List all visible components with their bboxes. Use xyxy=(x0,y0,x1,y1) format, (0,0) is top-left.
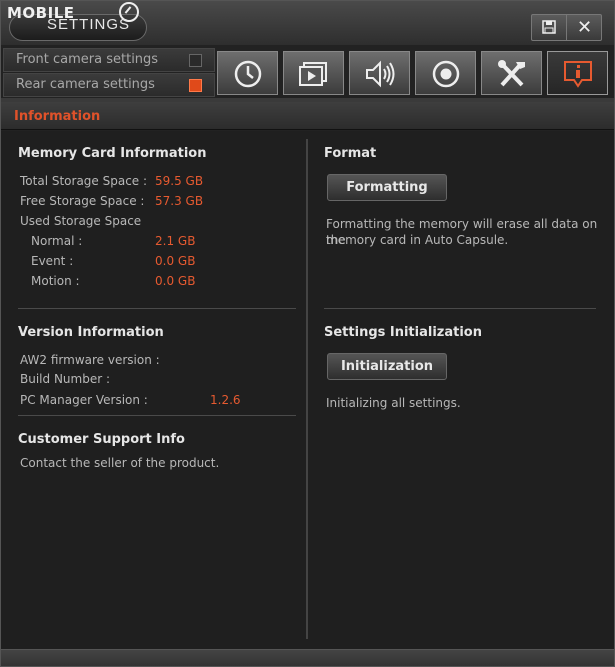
status-bar xyxy=(1,649,614,666)
support-info-text: Contact the seller of the product. xyxy=(20,456,220,470)
version-info-title: Version Information xyxy=(18,325,164,340)
memory-divider xyxy=(18,308,296,309)
tab-sound[interactable] xyxy=(349,51,410,95)
normal-storage-label: Normal : xyxy=(31,234,83,248)
section-title: Information xyxy=(14,109,101,124)
clock-icon xyxy=(234,60,262,88)
logo-subtitle: SETTINGS xyxy=(47,16,131,33)
total-storage-label: Total Storage Space : xyxy=(20,174,148,188)
info-content: Memory Card Information Total Storage Sp… xyxy=(1,131,614,649)
tab-information[interactable] xyxy=(547,51,608,95)
tab-time[interactable] xyxy=(217,51,278,95)
window-controls: ✕ xyxy=(531,14,602,41)
initialization-button[interactable]: Initialization xyxy=(327,353,447,380)
app-logo: MOBILE SETTINGS xyxy=(7,2,147,41)
total-storage-value: 59.5 GB xyxy=(155,174,204,188)
save-button[interactable] xyxy=(532,15,567,40)
close-button[interactable]: ✕ xyxy=(567,15,602,40)
speaker-icon xyxy=(366,60,395,88)
close-icon: ✕ xyxy=(576,17,593,38)
column-divider xyxy=(306,139,308,639)
video-icon xyxy=(299,62,327,86)
front-camera-checkbox[interactable] xyxy=(189,54,202,67)
save-icon xyxy=(542,20,556,34)
motion-storage-value: 0.0 GB xyxy=(155,274,196,288)
format-divider xyxy=(324,308,596,309)
settings-window: MOBILE SETTINGS ✕ Front camera settings … xyxy=(0,0,615,667)
formatting-button[interactable]: Formatting xyxy=(327,174,447,201)
rear-camera-label: Rear camera settings xyxy=(16,77,155,92)
rear-camera-checkbox[interactable] xyxy=(189,79,202,92)
settings-tabs xyxy=(217,51,613,97)
tools-icon xyxy=(498,60,525,87)
event-storage-label: Event : xyxy=(31,254,74,268)
version-divider xyxy=(18,415,296,416)
info-icon xyxy=(564,61,592,88)
title-bar: MOBILE SETTINGS ✕ xyxy=(1,1,614,45)
used-storage-label: Used Storage Space xyxy=(20,214,142,228)
free-storage-label: Free Storage Space : xyxy=(20,194,145,208)
memory-card-title: Memory Card Information xyxy=(18,146,207,161)
section-header: Information xyxy=(1,102,614,130)
record-icon xyxy=(432,60,460,88)
pc-manager-version-label: PC Manager Version : xyxy=(20,393,148,407)
settings-init-title: Settings Initialization xyxy=(324,325,482,340)
tab-video[interactable] xyxy=(283,51,344,95)
format-description-line2: memory card in Auto Capsule. xyxy=(326,233,509,247)
motion-storage-label: Motion : xyxy=(31,274,80,288)
tab-record[interactable] xyxy=(415,51,476,95)
front-camera-option[interactable]: Front camera settings xyxy=(3,48,215,72)
firmware-version-label: AW2 firmware version : xyxy=(20,353,160,367)
init-description: Initializing all settings. xyxy=(326,396,461,410)
camera-selector: Front camera settings Rear camera settin… xyxy=(3,48,215,98)
pc-manager-version-value: 1.2.6 xyxy=(210,393,241,407)
normal-storage-value: 2.1 GB xyxy=(155,234,196,248)
event-storage-value: 0.0 GB xyxy=(155,254,196,268)
support-info-title: Customer Support Info xyxy=(18,432,185,447)
tab-tools[interactable] xyxy=(481,51,542,95)
format-title: Format xyxy=(324,146,377,161)
free-storage-value: 57.3 GB xyxy=(155,194,204,208)
rear-camera-option[interactable]: Rear camera settings xyxy=(3,73,215,97)
build-number-label: Build Number : xyxy=(20,372,110,386)
front-camera-label: Front camera settings xyxy=(16,52,159,67)
